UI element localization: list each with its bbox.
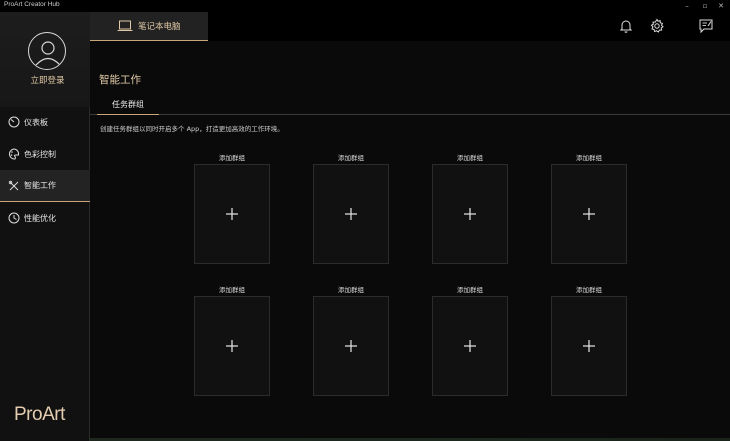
plus-icon xyxy=(344,207,358,221)
sidebar-item-dashboard[interactable]: 仪表板 xyxy=(0,106,90,138)
plus-icon xyxy=(344,339,358,353)
bell-icon[interactable] xyxy=(618,18,634,34)
window-title: ProArt Creator Hub xyxy=(4,1,60,8)
card-label: 添加群组 xyxy=(576,286,602,294)
add-group-button[interactable] xyxy=(194,296,270,396)
plus-icon xyxy=(225,207,239,221)
add-group-button[interactable] xyxy=(551,164,627,264)
performance-icon xyxy=(8,212,20,224)
login-link[interactable]: 立即登录 xyxy=(0,74,95,86)
card-label: 添加群组 xyxy=(219,286,245,294)
card-label: 添加群组 xyxy=(576,154,602,162)
proart-logo: ProArt xyxy=(14,404,65,425)
tools-icon xyxy=(8,180,20,192)
add-group-button[interactable] xyxy=(551,296,627,396)
sidebar-item-label: 性能优化 xyxy=(24,213,56,223)
palette-icon xyxy=(8,148,20,160)
gear-icon[interactable] xyxy=(649,18,665,34)
plus-icon xyxy=(225,339,239,353)
minimize-button[interactable]: – xyxy=(678,0,696,12)
close-button[interactable]: ✕ xyxy=(712,0,730,12)
sidebar-item-label: 智能工作 xyxy=(24,181,56,190)
main-content: 智能工作 任务群组 创建任务群组以同时开启多个 App，打造更加高效的工作环境。… xyxy=(90,41,730,441)
add-group-button[interactable] xyxy=(194,164,270,264)
profile-section: 立即登录 xyxy=(0,12,90,107)
card-label: 添加群组 xyxy=(219,154,245,162)
avatar-icon[interactable] xyxy=(28,32,66,70)
card-label: 添加群组 xyxy=(457,286,483,294)
add-group-button[interactable] xyxy=(432,164,508,264)
laptop-icon xyxy=(117,20,133,32)
sidebar: 立即登录 仪表板 色彩控制 智能工作 性能优化 ProArt xyxy=(0,12,90,441)
plus-icon xyxy=(463,339,477,353)
plus-icon xyxy=(463,207,477,221)
sidebar-item-label: 色彩控制 xyxy=(24,149,56,159)
title-bar: ProArt Creator Hub – ▫ ✕ xyxy=(0,0,730,12)
page-description: 创建任务群组以同时开启多个 App，打造更加高效的工作环境。 xyxy=(100,125,284,133)
sidebar-item-performance[interactable]: 性能优化 xyxy=(0,202,90,234)
add-group-button[interactable] xyxy=(313,164,389,264)
tab-task-groups[interactable]: 任务群组 xyxy=(97,99,159,115)
dashboard-icon xyxy=(8,116,20,128)
sidebar-item-label: 仪表板 xyxy=(24,117,48,127)
plus-icon xyxy=(582,207,596,221)
sidebar-item-color-control[interactable]: 色彩控制 xyxy=(0,138,90,170)
plus-icon xyxy=(582,339,596,353)
card-label: 添加群组 xyxy=(338,286,364,294)
add-group-button[interactable] xyxy=(432,296,508,396)
tab-strip-divider xyxy=(90,114,730,115)
card-label: 添加群组 xyxy=(457,154,483,162)
sidebar-item-smart-work[interactable]: 智能工作 xyxy=(0,170,90,202)
add-group-button[interactable] xyxy=(313,296,389,396)
card-label: 添加群组 xyxy=(338,154,364,162)
device-label: 笔记本电脑 xyxy=(138,22,181,32)
feedback-icon[interactable] xyxy=(698,18,714,34)
device-tab-laptop[interactable]: 笔记本电脑 xyxy=(90,12,208,41)
page-title: 智能工作 xyxy=(99,74,141,86)
top-bar: 笔记本电脑 xyxy=(90,12,730,41)
